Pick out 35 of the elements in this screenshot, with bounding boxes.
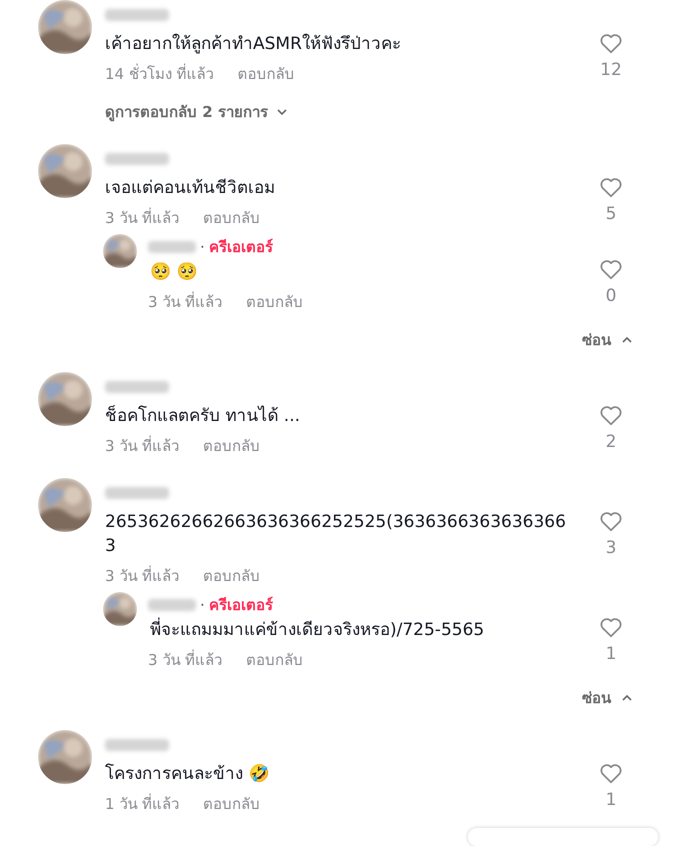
separator-dot: · [200, 596, 205, 614]
hide-replies-link[interactable]: ซ่อน [582, 686, 633, 710]
separator-dot: · [200, 238, 205, 256]
timestamp: 3 วัน ที่แล้ว [105, 564, 180, 587]
creator-label: ครีเอเตอร์ [208, 237, 273, 258]
like-count: 1 [606, 790, 616, 810]
view-replies-link[interactable]: ดูการตอบกลับ 2 รายการ [105, 100, 288, 124]
timestamp: 3 วัน ที่แล้ว [148, 648, 222, 671]
timestamp: 1 วัน ที่แล้ว [105, 792, 180, 815]
timestamp: 3 วัน ที่แล้ว [148, 290, 222, 313]
reply-link[interactable]: ตอบกลับ [203, 792, 260, 816]
timestamp: 14 ชั่วโมง ที่แล้ว [105, 62, 214, 85]
hide-replies-link[interactable]: ซ่อน [582, 328, 633, 352]
comment-text: โครงการคนละข้าง 🤣 [105, 762, 270, 786]
reply-link[interactable]: ตอบกลับ [203, 434, 260, 458]
timestamp: 3 วัน ที่แล้ว [105, 434, 180, 457]
like-count: 1 [606, 644, 616, 664]
like-count: 0 [606, 286, 616, 306]
comment-text: เค้าอยากให้ลูกค้าทำASMRให้ฟังรึป่าวคะ [105, 32, 402, 56]
like-count: 2 [606, 432, 616, 452]
like-count: 3 [606, 538, 616, 558]
creator-label: ครีเอเตอร์ [208, 595, 273, 616]
like-count: 12 [600, 60, 622, 80]
reply-link[interactable]: ตอบกลับ [246, 648, 304, 672]
timestamp: 3 วัน ที่แล้ว [105, 206, 180, 229]
reply-link[interactable]: ตอบกลับ [238, 62, 295, 86]
reply-link[interactable]: ตอบกลับ [203, 564, 260, 588]
comment-text: เจอแต่คอนเท้นชีวิตเอม [105, 177, 276, 200]
comment-text: ช็อคโกแลตครับ ทานได้ ... [105, 404, 302, 428]
reply-link[interactable]: ตอบกลับ [203, 206, 260, 230]
like-count: 5 [606, 204, 616, 224]
comment-text: 🥺 🥺 [150, 261, 198, 284]
reply-link[interactable]: ตอบกลับ [246, 290, 304, 314]
comment-text: พี่จะแถมมมาแค่ข้างเดียวจริงหรอ)/725-5565 [150, 618, 576, 642]
comment-text: 26536262662663636366252525(36363663636363663 [105, 511, 567, 558]
